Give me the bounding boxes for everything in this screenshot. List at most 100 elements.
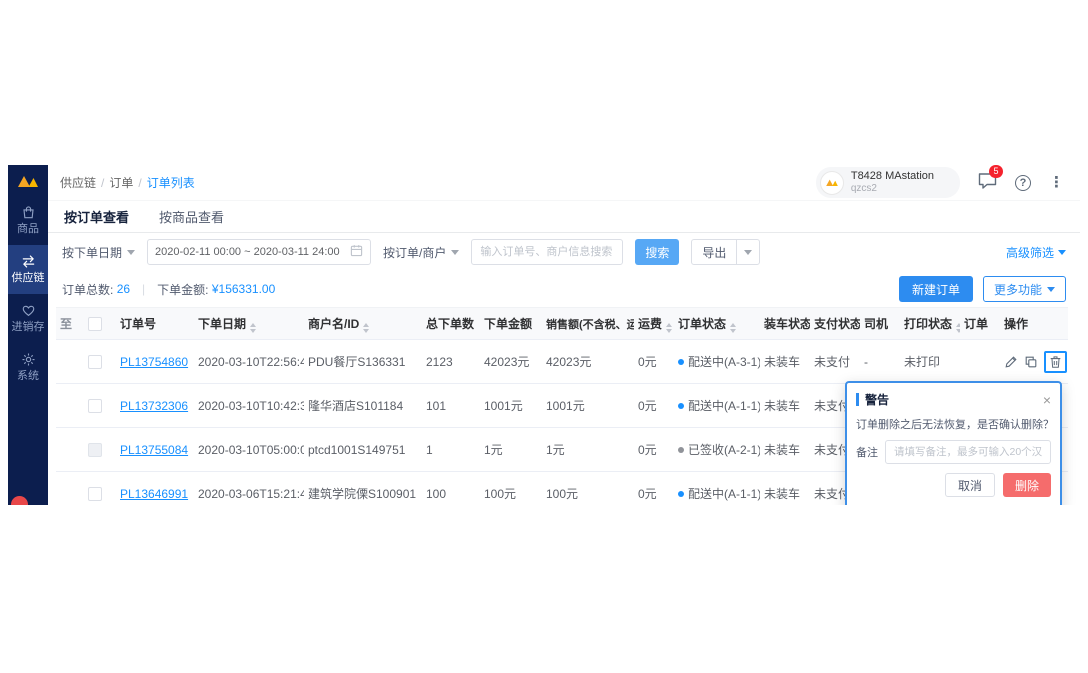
expand-cell [56, 384, 84, 428]
app-logo[interactable] [16, 174, 40, 188]
order-number-link[interactable]: PL13755084 [120, 443, 188, 457]
remark-input[interactable] [885, 440, 1051, 464]
total-count-cell: 1 [422, 428, 480, 472]
shipping-fee-cell: 0元 [634, 384, 674, 428]
message-count-badge: 5 [989, 165, 1003, 178]
user-name: T8428 MAstation [851, 170, 934, 184]
table-row: PL13754860 2020-03-10T22:56:41 PDU餐厅S136… [56, 340, 1068, 384]
sidebar-item-supply-chain[interactable]: 供应链 [8, 245, 48, 294]
avatar [820, 171, 844, 195]
products-box-icon [21, 205, 36, 220]
copy-icon[interactable] [1024, 355, 1038, 369]
column-order-amount: 下单金额 [480, 308, 542, 340]
sidebar-item-products[interactable]: 商品 [8, 196, 48, 245]
column-print-status[interactable]: 打印状态 [900, 308, 960, 340]
chevron-down-icon [451, 250, 459, 255]
help-button[interactable]: ? [1015, 175, 1031, 191]
export-dropdown-arrow[interactable] [737, 240, 759, 264]
new-order-button[interactable]: 新建订单 [899, 276, 973, 302]
more-functions-button[interactable]: 更多功能 [983, 276, 1066, 302]
column-shipping-fee[interactable]: 运费 [634, 308, 674, 340]
payment-status-cell: 未支付 [810, 340, 860, 384]
delete-button[interactable]: 删除 [1003, 473, 1051, 497]
column-order-source: 订单 [960, 308, 1000, 340]
dialog-header: 警告 × [856, 391, 1051, 408]
filter-bar: 按下单日期 2020-02-11 00:00 ~ 2020-03-11 24:0… [48, 233, 1080, 271]
sort-icon [666, 323, 672, 333]
row-checkbox[interactable] [88, 443, 102, 457]
search-input[interactable] [471, 239, 623, 265]
order-number-link[interactable]: PL13754860 [120, 355, 188, 369]
order-total-value: 26 [117, 282, 130, 296]
advanced-filter-link[interactable]: 高级筛选 [1006, 244, 1066, 261]
checkbox-cell [84, 340, 116, 384]
cancel-button[interactable]: 取消 [945, 473, 995, 497]
tab-by-product[interactable]: 按商品查看 [159, 207, 224, 226]
user-account: qzcs2 [851, 183, 934, 195]
sidebar-item-inventory[interactable]: 进销存 [8, 294, 48, 343]
export-button[interactable]: 导出 [691, 239, 760, 265]
checkbox-cell [84, 384, 116, 428]
top-header: 供应链 / 订单 / 订单列表 T8428 MAstation qzcs2 [48, 165, 1080, 201]
table-header-row: 至 订单号 下单日期 商户名/ID 总下单数 下单金额 销售额(不含税、运) 运… [56, 308, 1068, 340]
order-status-cell: 已签收(A-2-1) [674, 428, 760, 472]
edit-icon[interactable] [1004, 355, 1018, 369]
breadcrumb-separator: / [101, 176, 104, 190]
column-merchant[interactable]: 商户名/ID [304, 308, 422, 340]
loading-status-cell: 未装车 [760, 428, 810, 472]
date-type-select[interactable]: 按下单日期 [62, 244, 135, 261]
order-date-cell: 2020-03-10T22:56:41 [194, 340, 304, 384]
date-range-picker[interactable]: 2020-02-11 00:00 ~ 2020-03-11 24:00 [147, 239, 371, 265]
sort-icon [250, 323, 256, 333]
tab-by-order[interactable]: 按订单查看 [64, 207, 129, 226]
column-order-status[interactable]: 订单状态 [674, 308, 760, 340]
sidebar: 商品 供应链 进销存 系统 [8, 165, 48, 505]
messages-button[interactable]: 5 [978, 172, 997, 194]
column-order-date[interactable]: 下单日期 [194, 308, 304, 340]
view-tabs: 按订单查看 按商品查看 [48, 201, 1080, 233]
print-status-cell: 未打印 [900, 340, 960, 384]
search-button[interactable]: 搜索 [635, 239, 679, 265]
order-management-app: 商品 供应链 进销存 系统 供应链 / 订 [8, 165, 1080, 505]
order-date-cell: 2020-03-06T15:21:42 [194, 472, 304, 506]
order-date-cell: 2020-03-10T10:42:36 [194, 384, 304, 428]
breadcrumb-orders[interactable]: 订单 [109, 174, 133, 191]
summary-actions: 新建订单 更多功能 [899, 276, 1066, 302]
order-number-link[interactable]: PL13732306 [120, 399, 188, 413]
search-type-select[interactable]: 按订单/商户 [383, 244, 459, 261]
chevron-down-icon [1047, 287, 1055, 292]
delete-trash-icon[interactable] [1044, 351, 1067, 373]
sidebar-item-label: 商品 [17, 224, 39, 235]
column-actions: 操作 [1000, 308, 1068, 340]
breadcrumb-supply-chain[interactable]: 供应链 [60, 174, 96, 191]
order-status-cell: 配送中(A-1-1) [674, 384, 760, 428]
loading-status-cell: 未装车 [760, 384, 810, 428]
status-dot [678, 359, 684, 365]
row-checkbox[interactable] [88, 487, 102, 501]
dialog-title: 警告 [865, 391, 889, 408]
sidebar-item-system[interactable]: 系统 [8, 343, 48, 392]
order-number-link[interactable]: PL13646991 [120, 487, 188, 501]
more-menu-button[interactable]: ⋮ [1049, 175, 1064, 190]
sort-icon [956, 323, 960, 333]
delete-confirm-dialog: 警告 × 订单删除之后无法恢复，是否确认删除？ 备注 取消 删除 [845, 381, 1062, 505]
expand-cell [56, 472, 84, 506]
column-total-count: 总下单数 [422, 308, 480, 340]
shipping-fee-cell: 0元 [634, 472, 674, 506]
status-text: 已签收(A-2-1) [688, 441, 760, 458]
sales-amount-cell: 100元 [542, 472, 634, 506]
row-checkbox[interactable] [88, 399, 102, 413]
close-icon[interactable]: × [1043, 393, 1051, 407]
sales-amount-cell: 42023元 [542, 340, 634, 384]
order-total-label: 订单总数: [62, 281, 113, 298]
total-count-cell: 2123 [422, 340, 480, 384]
select-all-checkbox[interactable] [88, 317, 102, 331]
dialog-title-wrap: 警告 [856, 391, 889, 408]
status-text: 配送中(A-1-1) [688, 397, 760, 414]
breadcrumb-separator: / [138, 176, 141, 190]
merchant-cell: PDU餐厅S136331 [304, 340, 422, 384]
user-menu[interactable]: T8428 MAstation qzcs2 [816, 167, 960, 199]
sales-amount-cell: 1元 [542, 428, 634, 472]
row-checkbox[interactable] [88, 355, 102, 369]
calendar-icon [350, 244, 363, 260]
